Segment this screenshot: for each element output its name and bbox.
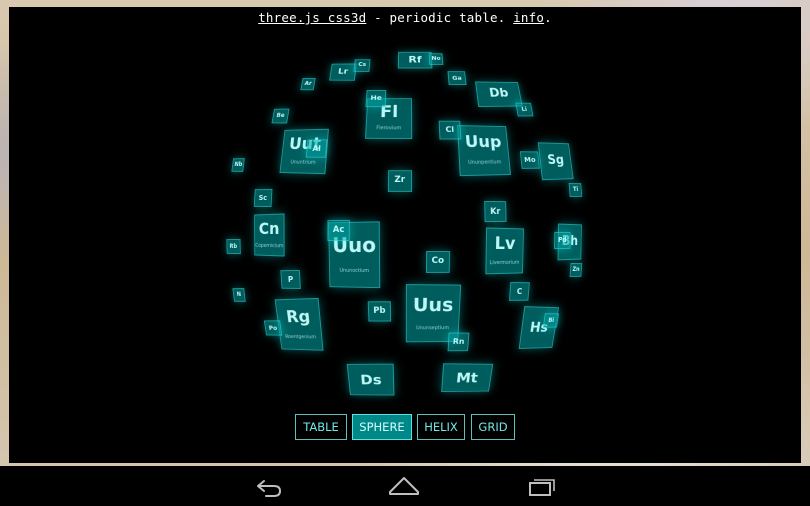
element-symbol: Be xyxy=(276,112,286,119)
element-name: Flerovium xyxy=(376,125,402,132)
element-tile: Zr xyxy=(388,170,412,192)
element-tile: Li xyxy=(515,102,534,117)
home-icon[interactable] xyxy=(386,466,422,506)
table-button[interactable]: TABLE xyxy=(295,414,347,440)
element-tile: Mt xyxy=(441,363,494,392)
element-tile: Rn xyxy=(447,332,471,351)
element-symbol: Mo xyxy=(523,155,537,165)
element-symbol: Cn xyxy=(258,218,280,239)
element-tile: He xyxy=(365,90,387,107)
element-tile: Rb xyxy=(225,238,241,254)
element-tile: Ti xyxy=(568,182,583,197)
grid-button[interactable]: GRID xyxy=(471,414,515,440)
element-symbol: Zn xyxy=(571,266,580,274)
element-tile: Pd xyxy=(554,232,571,250)
element-tile: Bi xyxy=(542,313,560,329)
element-tile: No xyxy=(429,52,445,65)
element-symbol: Cl xyxy=(445,125,455,134)
element-tile: Ac xyxy=(327,219,351,242)
element-symbol: Po xyxy=(268,323,278,332)
element-symbol: Uup xyxy=(464,132,503,152)
element-name: Ununseptium xyxy=(416,324,450,331)
sphere-button[interactable]: SPHERE xyxy=(352,414,412,440)
recent-apps-icon[interactable] xyxy=(524,466,560,506)
element-name: Roentgenium xyxy=(285,334,317,341)
element-tile: Be xyxy=(272,108,290,123)
element-symbol: He xyxy=(370,93,383,102)
helix-button[interactable]: HELIX xyxy=(417,414,465,440)
element-symbol: C xyxy=(516,287,522,297)
element-symbol: Al xyxy=(312,144,322,153)
element-tile: Po xyxy=(263,319,283,336)
element-symbol: Pd xyxy=(558,236,567,245)
element-tile: Kr xyxy=(484,201,507,223)
element-symbol: Lv xyxy=(494,233,516,255)
element-symbol: Ga xyxy=(452,74,463,82)
element-symbol: Ds xyxy=(359,371,383,388)
element-symbol: Pb xyxy=(372,306,386,316)
element-tile: Lv Livermorium xyxy=(485,227,524,275)
element-symbol: Bi xyxy=(547,317,555,325)
element-tile: Ds xyxy=(346,363,395,396)
android-nav-bar xyxy=(0,466,810,506)
element-symbol: Zr xyxy=(394,175,406,185)
element-tile: Sg xyxy=(537,142,574,181)
element-tile: Uup Ununpentium xyxy=(457,125,512,177)
element-symbol: Lr xyxy=(337,67,349,77)
element-name: Ununtrium xyxy=(290,159,316,166)
element-symbol: P xyxy=(287,274,293,284)
element-tile: Zn xyxy=(569,263,582,278)
element-symbol: Nb xyxy=(234,160,243,168)
element-tile: Ar xyxy=(299,77,316,90)
element-tile: Co xyxy=(425,250,450,273)
element-tile: Mo xyxy=(519,151,540,170)
element-name: Copernicium xyxy=(255,242,284,250)
element-tile: Pb xyxy=(367,301,391,322)
element-name: Livermorium xyxy=(489,259,520,266)
element-symbol: Kr xyxy=(489,206,501,217)
element-tile: Nb xyxy=(231,157,246,172)
element-tile: Ga xyxy=(447,71,467,86)
element-symbol: Rf xyxy=(408,54,422,66)
element-symbol: Ar xyxy=(303,80,312,87)
element-symbol: Co xyxy=(431,256,444,267)
element-symbol: Rg xyxy=(285,307,312,327)
element-name: Ununpentium xyxy=(467,159,502,166)
element-tile: Al xyxy=(305,139,328,159)
element-symbol: Rn xyxy=(453,337,466,346)
element-symbol: N xyxy=(236,291,242,299)
element-symbol: Cs xyxy=(357,61,367,68)
element-symbol: No xyxy=(431,55,442,62)
element-tile: Rg Roentgenium xyxy=(274,297,324,351)
element-tile: P xyxy=(279,269,301,290)
view-menu: TABLE SPHERE HELIX GRID xyxy=(0,414,810,440)
element-tile: Lr xyxy=(329,63,357,81)
element-name: Ununoctium xyxy=(339,267,370,274)
element-tile: Rf xyxy=(397,51,433,69)
element-symbol: Uus xyxy=(412,294,454,316)
element-tile: Cl xyxy=(438,120,462,140)
element-tile: Cs xyxy=(353,59,371,72)
back-arrow-icon[interactable] xyxy=(250,466,286,506)
element-symbol: Mt xyxy=(455,369,479,386)
element-symbol: Sg xyxy=(546,153,565,168)
element-symbol: Sc xyxy=(258,192,268,202)
element-symbol: Ti xyxy=(572,185,579,193)
element-tile: Sc xyxy=(253,188,272,207)
element-symbol: Rb xyxy=(229,242,237,250)
element-symbol: Li xyxy=(520,105,528,113)
element-symbol: Ac xyxy=(333,224,345,235)
element-tile: Cn Copernicium xyxy=(254,213,285,257)
element-tile: N xyxy=(232,288,246,303)
element-tile: C xyxy=(508,282,530,302)
